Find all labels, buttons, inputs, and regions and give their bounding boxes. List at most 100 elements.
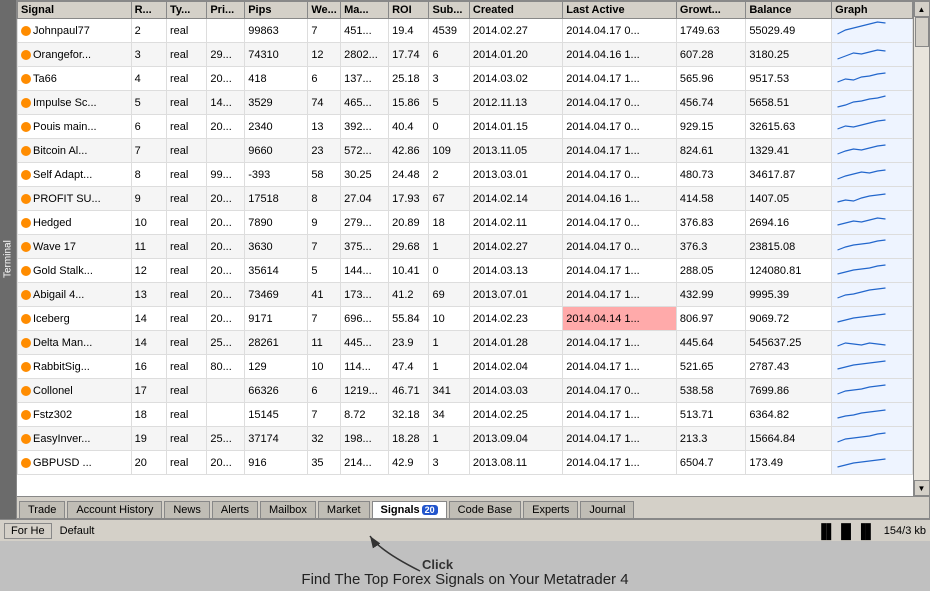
table-row[interactable]: Hedged 10 real 20... 7890 9 279... 20.89… — [18, 211, 913, 235]
cell-sub: 34 — [429, 403, 469, 427]
cell-ma: 114... — [341, 355, 389, 379]
cell-signal: Gold Stalk... — [18, 259, 132, 283]
table-row[interactable]: Pouis main... 6 real 20... 2340 13 392..… — [18, 115, 913, 139]
cell-signal: Johnpaul77 — [18, 19, 132, 43]
tab-alerts[interactable]: Alerts — [212, 501, 258, 518]
cell-balance: 1407.05 — [746, 187, 832, 211]
cell-created: 2014.01.15 — [469, 115, 562, 139]
cell-last-active: 2014.04.14 1... — [563, 307, 677, 331]
table-row[interactable]: Impulse Sc... 5 real 14... 3529 74 465..… — [18, 91, 913, 115]
tab-code-base[interactable]: Code Base — [449, 501, 521, 518]
col-graph[interactable]: Graph — [832, 2, 913, 19]
cell-pips: 3529 — [245, 91, 308, 115]
cell-created: 2014.02.14 — [469, 187, 562, 211]
mini-graph-svg — [835, 44, 890, 62]
cell-ma: 465... — [341, 91, 389, 115]
signal-icon — [21, 242, 31, 252]
table-row[interactable]: Collonel 17 real 66326 6 1219... 46.71 3… — [18, 379, 913, 403]
cell-rank: 8 — [131, 163, 166, 187]
col-ma[interactable]: Ma... — [341, 2, 389, 19]
table-row[interactable]: Iceberg 14 real 20... 9171 7 696... 55.8… — [18, 307, 913, 331]
scroll-track[interactable] — [914, 17, 929, 480]
tab-experts[interactable]: Experts — [523, 501, 578, 518]
col-sub[interactable]: Sub... — [429, 2, 469, 19]
tab-mailbox[interactable]: Mailbox — [260, 501, 316, 518]
scrollbar-right[interactable]: ▲ ▼ — [913, 1, 929, 496]
cell-graph — [832, 19, 913, 43]
cell-ma: 198... — [341, 427, 389, 451]
scroll-down-btn[interactable]: ▼ — [914, 480, 930, 496]
cell-ma: 375... — [341, 235, 389, 259]
cell-rank: 20 — [131, 451, 166, 475]
tab-signals[interactable]: Signals20 — [372, 501, 447, 518]
cell-we: 7 — [308, 307, 341, 331]
mini-graph-svg — [835, 308, 890, 326]
table-row[interactable]: Delta Man... 14 real 25... 28261 11 445.… — [18, 331, 913, 355]
cell-signal: Delta Man... — [18, 331, 132, 355]
table-row[interactable]: Ta66 4 real 20... 418 6 137... 25.18 3 2… — [18, 67, 913, 91]
cell-we: 9 — [308, 211, 341, 235]
tab-trade[interactable]: Trade — [19, 501, 65, 518]
col-balance[interactable]: Balance — [746, 2, 832, 19]
tab-account-history[interactable]: Account History — [67, 501, 162, 518]
cell-rank: 6 — [131, 115, 166, 139]
cell-pri — [207, 139, 245, 163]
col-roi[interactable]: ROI — [389, 2, 429, 19]
cell-graph — [832, 115, 913, 139]
table-scroll-area: Signal R... Ty... Pri... Pips We... Ma..… — [17, 1, 929, 496]
mini-graph-svg — [835, 164, 890, 182]
col-pips[interactable]: Pips — [245, 2, 308, 19]
cell-growth: 513.71 — [676, 403, 745, 427]
table-row[interactable]: Gold Stalk... 12 real 20... 35614 5 144.… — [18, 259, 913, 283]
col-type[interactable]: Ty... — [166, 2, 206, 19]
scroll-up-btn[interactable]: ▲ — [914, 1, 930, 17]
table-row[interactable]: Fstz302 18 real 15145 7 8.72 32.18 34 20… — [18, 403, 913, 427]
cell-rank: 4 — [131, 67, 166, 91]
cell-balance: 15664.84 — [746, 427, 832, 451]
table-row[interactable]: EasyInver... 19 real 25... 37174 32 198.… — [18, 427, 913, 451]
table-row[interactable]: Orangefor... 3 real 29... 74310 12 2802.… — [18, 43, 913, 67]
scroll-thumb[interactable] — [915, 17, 929, 47]
col-signal[interactable]: Signal — [18, 2, 132, 19]
col-rank[interactable]: R... — [131, 2, 166, 19]
cell-signal: Collonel — [18, 379, 132, 403]
table-row[interactable]: PROFIT SU... 9 real 20... 17518 8 27.04 … — [18, 187, 913, 211]
cell-created: 2014.03.02 — [469, 67, 562, 91]
cell-we: 23 — [308, 139, 341, 163]
cell-balance: 34617.87 — [746, 163, 832, 187]
table-row[interactable]: GBPUSD ... 20 real 20... 916 35 214... 4… — [18, 451, 913, 475]
cell-we: 5 — [308, 259, 341, 283]
cell-created: 2013.07.01 — [469, 283, 562, 307]
cell-last-active: 2014.04.17 0... — [563, 91, 677, 115]
cell-type: real — [166, 427, 206, 451]
cell-last-active: 2014.04.16 1... — [563, 187, 677, 211]
col-created[interactable]: Created — [469, 2, 562, 19]
cell-balance: 9069.72 — [746, 307, 832, 331]
table-row[interactable]: Abigail 4... 13 real 20... 73469 41 173.… — [18, 283, 913, 307]
table-row[interactable]: Wave 17 11 real 20... 3630 7 375... 29.6… — [18, 235, 913, 259]
table-row[interactable]: Johnpaul77 2 real 99863 7 451... 19.4 45… — [18, 19, 913, 43]
table-scroll[interactable]: Signal R... Ty... Pri... Pips We... Ma..… — [17, 1, 913, 496]
cell-sub: 6 — [429, 43, 469, 67]
cell-ma: 173... — [341, 283, 389, 307]
col-pri[interactable]: Pri... — [207, 2, 245, 19]
cell-pips: 74310 — [245, 43, 308, 67]
table-row[interactable]: Self Adapt... 8 real 99... -393 58 30.25… — [18, 163, 913, 187]
cell-we: 6 — [308, 379, 341, 403]
for-help-btn[interactable]: For He — [4, 523, 52, 539]
cell-roi: 17.74 — [389, 43, 429, 67]
tab-market[interactable]: Market — [318, 501, 370, 518]
tab-news[interactable]: News — [164, 501, 210, 518]
cell-graph — [832, 451, 913, 475]
mini-graph-svg — [835, 284, 890, 302]
table-row[interactable]: Bitcoin Al... 7 real 9660 23 572... 42.8… — [18, 139, 913, 163]
tab-journal[interactable]: Journal — [580, 501, 634, 518]
col-growth[interactable]: Growt... — [676, 2, 745, 19]
col-last-active[interactable]: Last Active — [563, 2, 677, 19]
col-we[interactable]: We... — [308, 2, 341, 19]
cell-pips: 99863 — [245, 19, 308, 43]
signal-icon — [21, 290, 31, 300]
table-row[interactable]: RabbitSig... 16 real 80... 129 10 114...… — [18, 355, 913, 379]
arrow-svg: Click — [340, 531, 540, 576]
cell-sub: 1 — [429, 235, 469, 259]
